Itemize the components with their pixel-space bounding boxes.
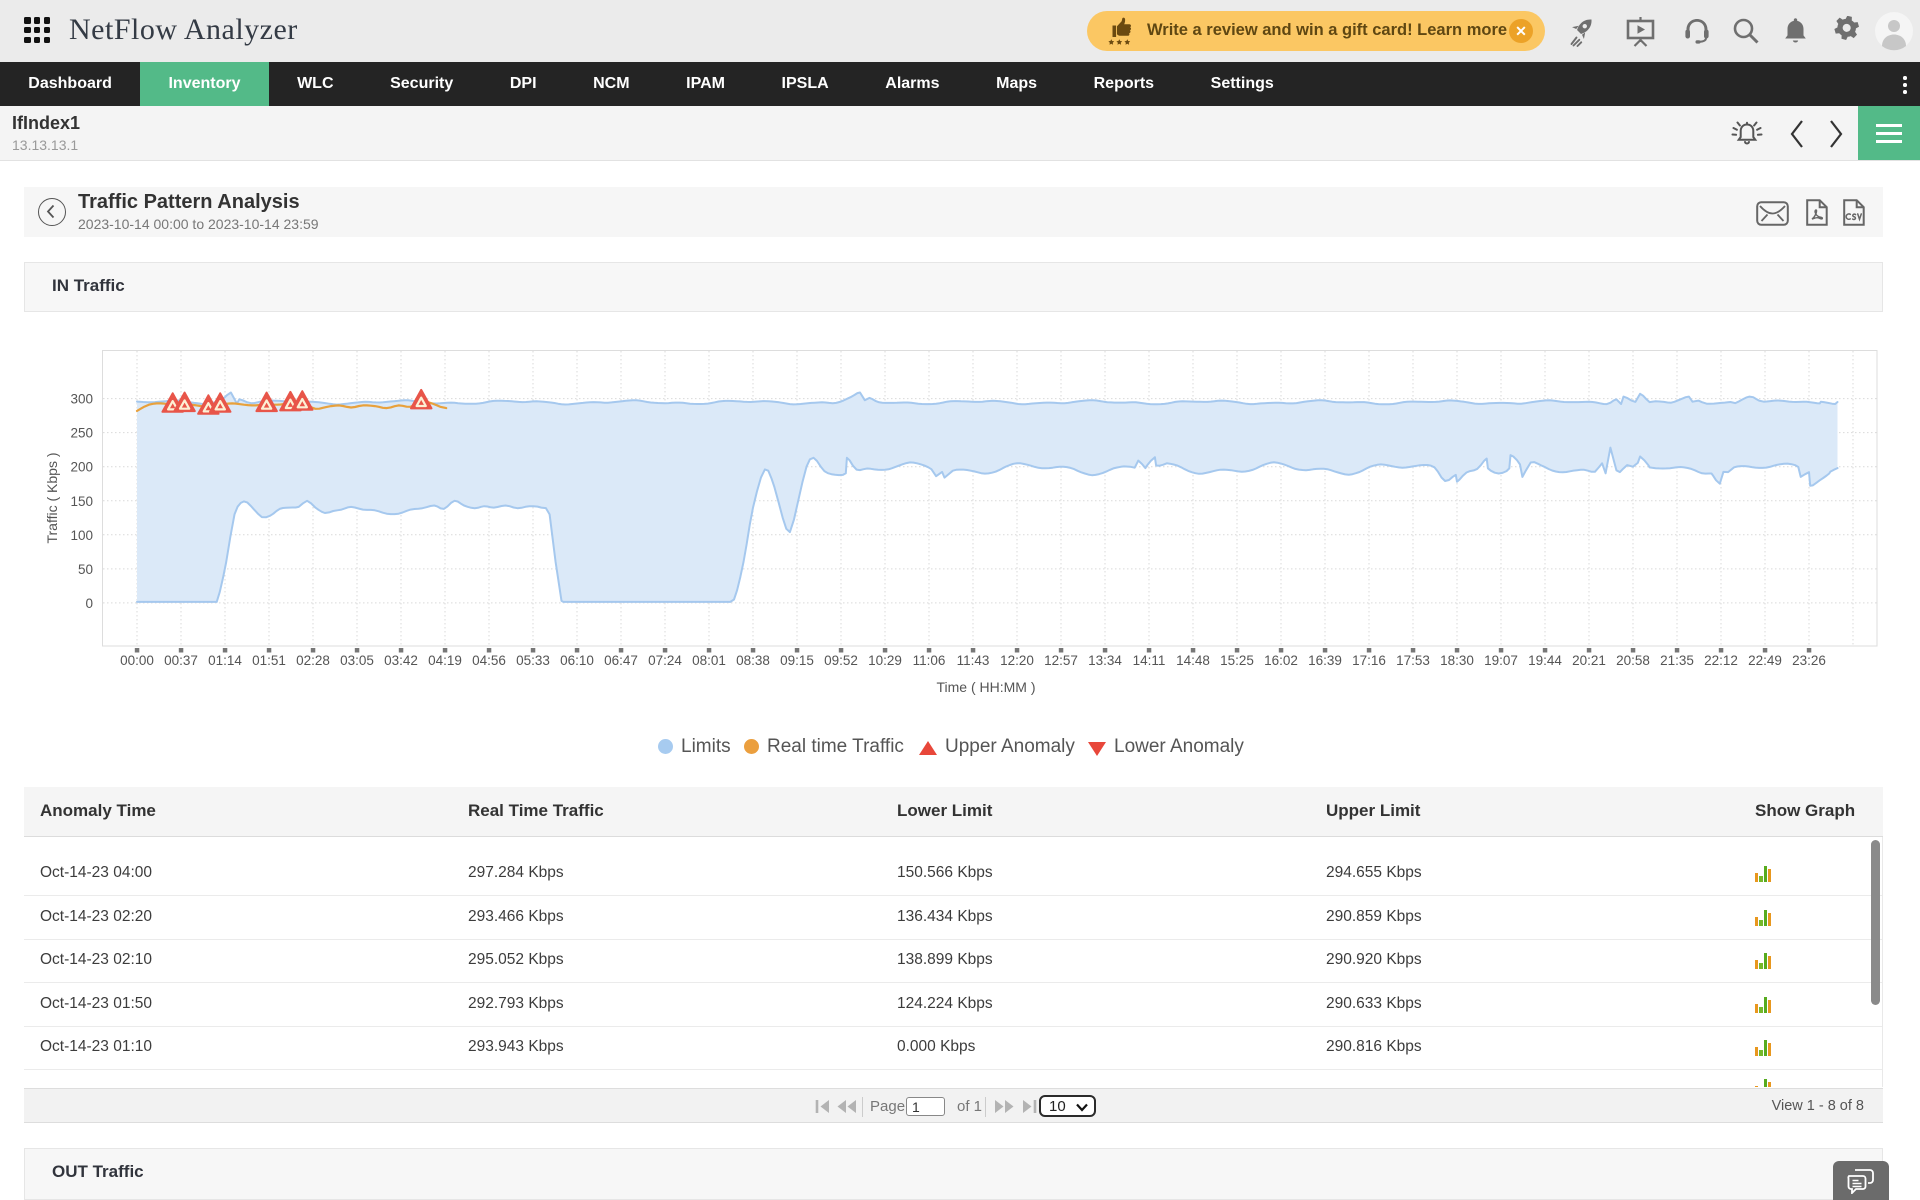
svg-text:22:12: 22:12 xyxy=(1704,653,1738,668)
svg-text:20:21: 20:21 xyxy=(1572,653,1606,668)
svg-text:150: 150 xyxy=(70,494,93,509)
svg-text:01:14: 01:14 xyxy=(208,653,242,668)
svg-text:100: 100 xyxy=(70,528,93,543)
svg-text:22:49: 22:49 xyxy=(1748,653,1782,668)
svg-text:17:53: 17:53 xyxy=(1396,653,1430,668)
svg-text:06:10: 06:10 xyxy=(560,653,594,668)
svg-text:09:52: 09:52 xyxy=(824,653,858,668)
svg-text:19:07: 19:07 xyxy=(1484,653,1518,668)
svg-text:02:28: 02:28 xyxy=(296,653,330,668)
svg-text:21:35: 21:35 xyxy=(1660,653,1694,668)
svg-text:20:58: 20:58 xyxy=(1616,653,1650,668)
svg-text:0: 0 xyxy=(85,596,93,611)
svg-text:250: 250 xyxy=(70,426,93,441)
svg-text:00:00: 00:00 xyxy=(120,653,154,668)
svg-text:00:37: 00:37 xyxy=(164,653,198,668)
svg-text:23:26: 23:26 xyxy=(1792,653,1826,668)
svg-text:18:30: 18:30 xyxy=(1440,653,1474,668)
svg-text:12:20: 12:20 xyxy=(1000,653,1034,668)
svg-text:13:34: 13:34 xyxy=(1088,653,1122,668)
svg-text:04:56: 04:56 xyxy=(472,653,506,668)
svg-text:Time ( HH:MM ): Time ( HH:MM ) xyxy=(936,679,1035,695)
svg-text:03:42: 03:42 xyxy=(384,653,418,668)
svg-text:09:15: 09:15 xyxy=(780,653,814,668)
svg-text:06:47: 06:47 xyxy=(604,653,638,668)
svg-text:16:02: 16:02 xyxy=(1264,653,1298,668)
svg-text:10:29: 10:29 xyxy=(868,653,902,668)
svg-text:200: 200 xyxy=(70,460,93,475)
svg-text:17:16: 17:16 xyxy=(1352,653,1386,668)
svg-text:04:19: 04:19 xyxy=(428,653,462,668)
svg-text:14:48: 14:48 xyxy=(1176,653,1210,668)
svg-text:11:06: 11:06 xyxy=(913,653,946,668)
svg-text:Traffic ( Kbps ): Traffic ( Kbps ) xyxy=(44,452,60,543)
svg-text:05:33: 05:33 xyxy=(516,653,550,668)
svg-text:16:39: 16:39 xyxy=(1308,653,1342,668)
svg-text:12:57: 12:57 xyxy=(1044,653,1078,668)
svg-text:01:51: 01:51 xyxy=(252,653,286,668)
svg-text:11:43: 11:43 xyxy=(957,653,990,668)
svg-text:19:44: 19:44 xyxy=(1528,653,1562,668)
svg-text:08:38: 08:38 xyxy=(736,653,770,668)
svg-text:15:25: 15:25 xyxy=(1220,653,1254,668)
svg-text:07:24: 07:24 xyxy=(648,653,682,668)
svg-text:300: 300 xyxy=(70,392,93,407)
svg-text:14:11: 14:11 xyxy=(1133,653,1166,668)
svg-text:08:01: 08:01 xyxy=(692,653,726,668)
svg-text:03:05: 03:05 xyxy=(340,653,374,668)
svg-text:50: 50 xyxy=(78,562,93,577)
